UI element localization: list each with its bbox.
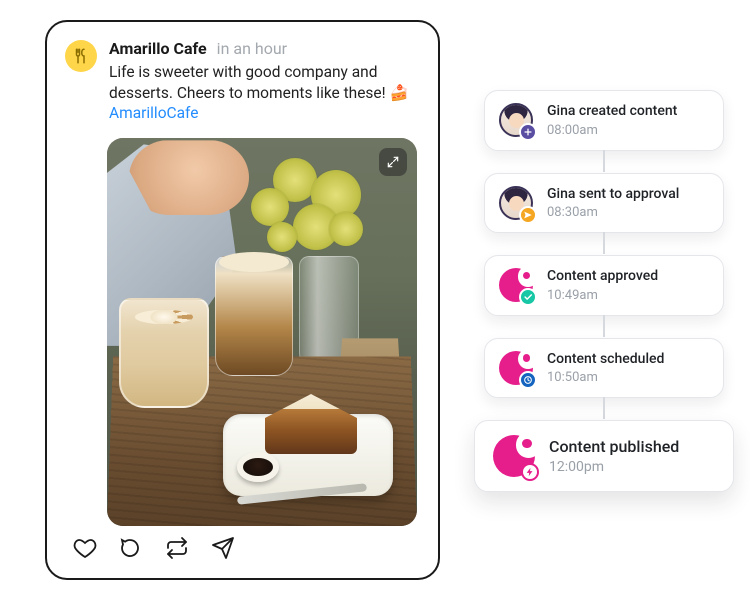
persona-icon <box>499 186 533 220</box>
timeline-step-label: Gina created content <box>547 103 677 121</box>
brand-icon <box>493 435 535 477</box>
timeline-step-scheduled[interactable]: Content scheduled 10:50am <box>484 338 724 399</box>
post-caption: Life is sweeter with good company and de… <box>109 62 420 125</box>
post-header: Amarillo Cafe in an hour Life is sweeter… <box>65 38 420 124</box>
share-button[interactable] <box>211 536 235 564</box>
post-actions <box>65 526 420 568</box>
post-image[interactable] <box>107 138 417 526</box>
post-photo-illustration <box>107 138 417 526</box>
send-badge-icon <box>519 206 537 224</box>
caption-text: Life is sweeter with good company and de… <box>109 63 386 102</box>
caption-hashtag[interactable]: AmarilloCafe <box>109 104 198 122</box>
expand-image-button[interactable] <box>379 148 407 176</box>
timeline-step-time: 12:00pm <box>549 459 679 475</box>
chat-icon <box>119 536 143 560</box>
timeline-step-published[interactable]: Content published 12:00pm <box>474 420 734 492</box>
post-header-text: Amarillo Cafe in an hour Life is sweeter… <box>109 38 420 124</box>
post-time: in an hour <box>217 39 287 58</box>
plus-badge-icon <box>519 123 537 141</box>
check-badge-icon <box>519 288 537 306</box>
repost-button[interactable] <box>165 536 189 564</box>
utensils-icon <box>72 47 90 65</box>
clock-badge-icon <box>519 371 537 389</box>
timeline-step-label: Content scheduled <box>547 351 664 369</box>
timeline-step-time: 08:00am <box>547 123 677 138</box>
bolt-badge-icon <box>521 463 539 481</box>
timeline-step-sent[interactable]: Gina sent to approval 08:30am <box>484 173 724 234</box>
persona-icon <box>499 103 533 137</box>
timeline-step-time: 10:49am <box>547 288 658 303</box>
activity-timeline: Gina created content 08:00am Gina sent t… <box>484 90 724 492</box>
expand-icon <box>386 155 400 169</box>
social-post-card: Amarillo Cafe in an hour Life is sweeter… <box>45 20 440 580</box>
like-button[interactable] <box>73 536 97 564</box>
brand-icon <box>499 268 533 302</box>
timeline-step-label: Gina sent to approval <box>547 186 679 204</box>
account-avatar[interactable] <box>65 40 97 72</box>
caption-emoji: 🍰 <box>390 84 409 102</box>
timeline-step-label: Content approved <box>547 268 658 286</box>
brand-icon <box>499 351 533 385</box>
heart-icon <box>73 536 97 560</box>
timeline-step-label: Content published <box>549 437 679 457</box>
account-name[interactable]: Amarillo Cafe <box>109 39 207 58</box>
timeline-step-time: 10:50am <box>547 370 664 385</box>
send-icon <box>211 536 235 560</box>
comment-button[interactable] <box>119 536 143 564</box>
repeat-icon <box>165 536 189 560</box>
timeline-step-time: 08:30am <box>547 205 679 220</box>
timeline-step-approved[interactable]: Content approved 10:49am <box>484 255 724 316</box>
timeline-step-created[interactable]: Gina created content 08:00am <box>484 90 724 151</box>
